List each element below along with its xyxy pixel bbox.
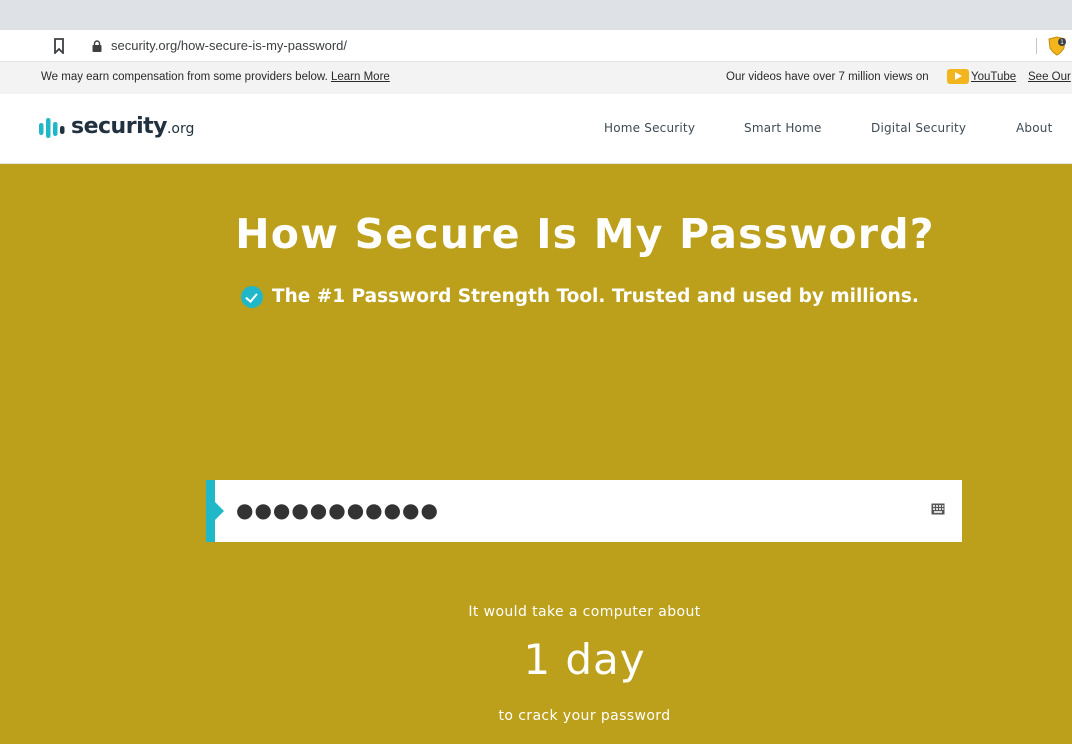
password-field-arrow <box>215 502 224 520</box>
crack-time-intro: It would take a computer about <box>468 604 701 620</box>
lock-icon[interactable] <box>92 40 102 52</box>
brave-shield-icon[interactable]: 1 <box>1046 36 1068 56</box>
browser-tab-strip <box>0 0 1072 30</box>
url-text[interactable]: security.org/how-secure-is-my-password/ <box>111 38 347 54</box>
hero-subtitle: The #1 Password Strength Tool. Trusted a… <box>272 286 919 307</box>
logo-suffix: .org <box>166 121 195 137</box>
bookmark-icon[interactable] <box>53 38 65 54</box>
crack-time-suffix: to crack your password <box>498 708 671 724</box>
nav-about[interactable]: About <box>1016 121 1052 135</box>
address-divider <box>1036 38 1037 54</box>
nav-digital-security[interactable]: Digital Security <box>871 121 966 135</box>
password-field-accent <box>206 480 215 542</box>
learn-more-link[interactable]: Learn More <box>331 71 390 83</box>
nav-smart-home[interactable]: Smart Home <box>744 121 822 135</box>
logo-text: security <box>71 114 167 139</box>
disclosure-text: We may earn compensation from some provi… <box>41 70 390 84</box>
nav-home-security[interactable]: Home Security <box>604 121 695 135</box>
check-circle-icon <box>241 286 263 308</box>
crack-time-value: 1 day <box>523 635 646 684</box>
logo-mark-icon[interactable] <box>39 116 67 140</box>
disclosure-message: We may earn compensation from some provi… <box>41 71 328 83</box>
svg-text:1: 1 <box>1060 39 1064 46</box>
page-title: How Secure Is My Password? <box>235 210 935 258</box>
see-our-link[interactable]: See Our <box>1028 70 1071 84</box>
youtube-link[interactable]: YouTube <box>971 70 1016 84</box>
password-input[interactable]: ●●●●●●●●●●● <box>236 498 439 522</box>
youtube-icon[interactable] <box>947 69 969 84</box>
keyboard-icon[interactable] <box>931 503 945 515</box>
video-views-text: Our videos have over 7 million views on <box>726 71 929 83</box>
site-logo[interactable]: security.org <box>71 113 194 143</box>
